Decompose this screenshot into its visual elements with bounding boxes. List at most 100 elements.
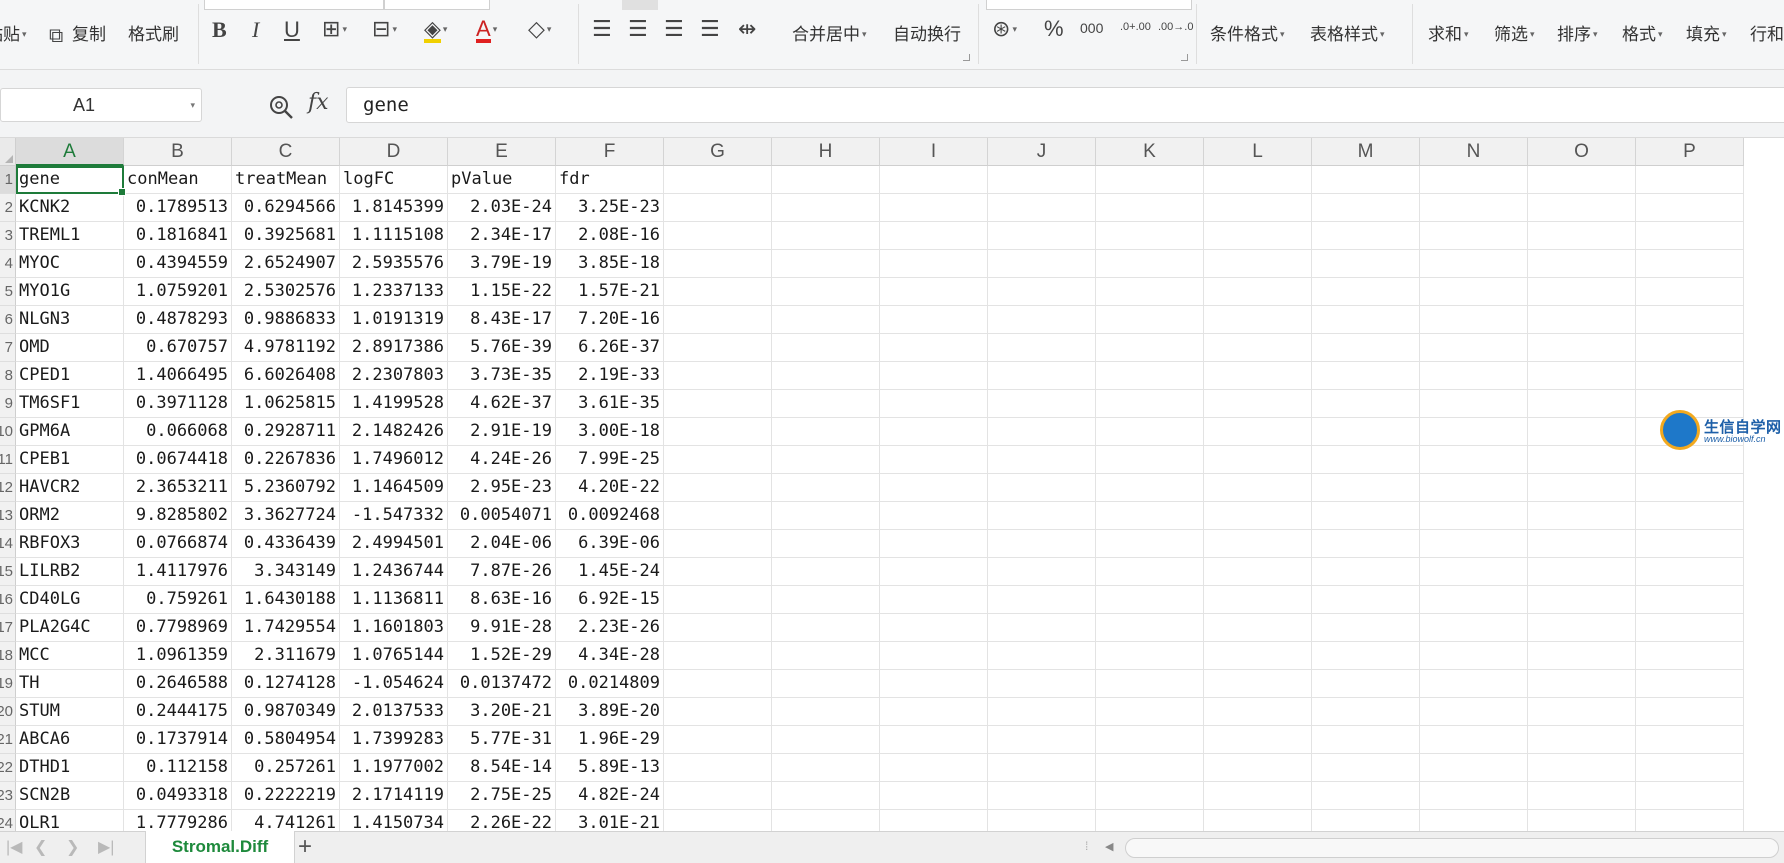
cell-n15[interactable] [1420,558,1528,586]
cell-i16[interactable] [880,586,988,614]
cell-i11[interactable] [880,446,988,474]
cell-p15[interactable] [1636,558,1744,586]
cell-j21[interactable] [988,726,1096,754]
sum-button[interactable]: 求和 ▾ [1428,20,1469,45]
cell-d6[interactable]: 1.0191319 [340,306,448,334]
cell-o9[interactable] [1528,390,1636,418]
cell-f9[interactable]: 3.61E-35 [556,390,664,418]
cell-c4[interactable]: 2.6524907 [232,250,340,278]
chevron-down-icon[interactable]: ▾ [190,100,195,111]
row-header[interactable]: 23 [0,782,16,810]
cell-e15[interactable]: 7.87E-26 [448,558,556,586]
cell-k7[interactable] [1096,334,1204,362]
column-header-o[interactable]: O [1528,138,1636,166]
cell-p21[interactable] [1636,726,1744,754]
cell-g24[interactable] [664,810,772,831]
cell-m6[interactable] [1312,306,1420,334]
cell-o1[interactable] [1528,166,1636,194]
cell-k15[interactable] [1096,558,1204,586]
cell-e20[interactable]: 3.20E-21 [448,698,556,726]
cell-i15[interactable] [880,558,988,586]
cell-o3[interactable] [1528,222,1636,250]
cell-o17[interactable] [1528,614,1636,642]
cell-m9[interactable] [1312,390,1420,418]
cell-m11[interactable] [1312,446,1420,474]
cell-a3[interactable]: TREML1 [16,222,124,250]
cell-n14[interactable] [1420,530,1528,558]
cell-b13[interactable]: 9.8285802 [124,502,232,530]
cell-p20[interactable] [1636,698,1744,726]
cell-h4[interactable] [772,250,880,278]
cell-d13[interactable]: -1.547332 [340,502,448,530]
cell-l17[interactable] [1204,614,1312,642]
cell-i12[interactable] [880,474,988,502]
cell-h23[interactable] [772,782,880,810]
cell-a20[interactable]: STUM [16,698,124,726]
cell-f13[interactable]: 0.0092468 [556,502,664,530]
cell-p18[interactable] [1636,642,1744,670]
cell-h13[interactable] [772,502,880,530]
cell-e23[interactable]: 2.75E-25 [448,782,556,810]
cell-j24[interactable] [988,810,1096,831]
cell-h16[interactable] [772,586,880,614]
cell-g6[interactable] [664,306,772,334]
cell-p24[interactable] [1636,810,1744,831]
cell-k17[interactable] [1096,614,1204,642]
cell-m1[interactable] [1312,166,1420,194]
cell-m21[interactable] [1312,726,1420,754]
cell-j20[interactable] [988,698,1096,726]
cell-k4[interactable] [1096,250,1204,278]
cell-e10[interactable]: 2.91E-19 [448,418,556,446]
cell-p5[interactable] [1636,278,1744,306]
cell-k13[interactable] [1096,502,1204,530]
cell-l22[interactable] [1204,754,1312,782]
cell-g18[interactable] [664,642,772,670]
cell-d18[interactable]: 1.0765144 [340,642,448,670]
cell-n24[interactable] [1420,810,1528,831]
cell-e1[interactable]: pValue [448,166,556,194]
cell-i5[interactable] [880,278,988,306]
cell-m14[interactable] [1312,530,1420,558]
cell-d5[interactable]: 1.2337133 [340,278,448,306]
column-header-d[interactable]: D [340,138,448,166]
cell-d11[interactable]: 1.7496012 [340,446,448,474]
cell-d21[interactable]: 1.7399283 [340,726,448,754]
cell-n6[interactable] [1420,306,1528,334]
cell-k24[interactable] [1096,810,1204,831]
cell-n9[interactable] [1420,390,1528,418]
column-header-f[interactable]: F [556,138,664,166]
cell-a2[interactable]: KCNK2 [16,194,124,222]
cell-j17[interactable] [988,614,1096,642]
cell-a13[interactable]: ORM2 [16,502,124,530]
cell-b15[interactable]: 1.4117976 [124,558,232,586]
cell-i2[interactable] [880,194,988,222]
cell-k3[interactable] [1096,222,1204,250]
cell-h5[interactable] [772,278,880,306]
cell-e4[interactable]: 3.79E-19 [448,250,556,278]
cell-e24[interactable]: 2.26E-22 [448,810,556,831]
cell-f15[interactable]: 1.45E-24 [556,558,664,586]
horizontal-scrollbar[interactable] [1125,838,1779,858]
cell-k8[interactable] [1096,362,1204,390]
cell-i7[interactable] [880,334,988,362]
cell-j3[interactable] [988,222,1096,250]
cell-o23[interactable] [1528,782,1636,810]
cell-p14[interactable] [1636,530,1744,558]
cell-c13[interactable]: 3.3627724 [232,502,340,530]
cell-g5[interactable] [664,278,772,306]
cell-a14[interactable]: RBFOX3 [16,530,124,558]
cell-o16[interactable] [1528,586,1636,614]
cell-l8[interactable] [1204,362,1312,390]
cell-l19[interactable] [1204,670,1312,698]
cell-m16[interactable] [1312,586,1420,614]
cell-k12[interactable] [1096,474,1204,502]
cell-n4[interactable] [1420,250,1528,278]
cell-e12[interactable]: 2.95E-23 [448,474,556,502]
prev-sheet-icon[interactable]: ❮ [34,837,47,857]
cell-h7[interactable] [772,334,880,362]
cell-p7[interactable] [1636,334,1744,362]
cell-n18[interactable] [1420,642,1528,670]
cell-f12[interactable]: 4.20E-22 [556,474,664,502]
row-header[interactable]: 18 [0,642,16,670]
cell-l10[interactable] [1204,418,1312,446]
